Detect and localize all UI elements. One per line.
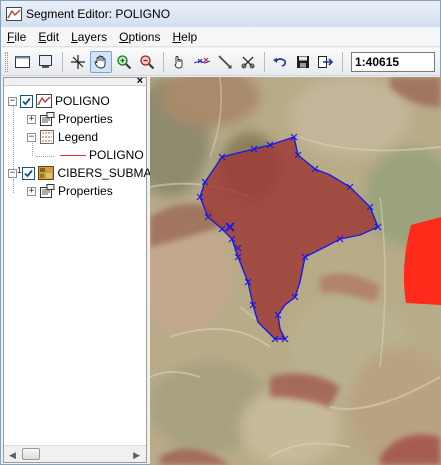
properties-row[interactable]: + Properties (27, 182, 113, 200)
collapse-toggle[interactable]: − (27, 132, 36, 142)
zoom-in-button[interactable] (113, 51, 135, 73)
toolbar-separator (163, 51, 164, 72)
draw-line-button[interactable] (214, 51, 236, 73)
properties-label: Properties (58, 112, 113, 126)
pan-button[interactable] (90, 50, 112, 73)
zoom-out-icon (140, 54, 155, 69)
layer-visibility-checkbox[interactable] (20, 94, 33, 108)
save-icon (297, 55, 309, 68)
check-icon (22, 97, 31, 105)
pan-hand-icon (94, 55, 106, 68)
expand-toggle[interactable]: + (27, 114, 36, 124)
collapse-toggle[interactable]: − (8, 168, 17, 178)
select-button[interactable] (67, 51, 89, 73)
layer-row-poligno[interactable]: − POLIGNO (8, 92, 110, 110)
layer-tree-panel: × − POLIGNO + Properties − Legend POLIGN… (3, 75, 151, 463)
toolbar-separator (342, 51, 343, 72)
layer-visibility-checkbox[interactable] (22, 166, 36, 180)
menu-bar: File Edit Layers Options Help (1, 27, 440, 47)
zoom-in-icon (117, 54, 132, 69)
app-icon (6, 7, 22, 21)
properties-row[interactable]: + Properties (27, 110, 113, 128)
legend-entry-label: POLIGNO (89, 148, 144, 162)
legend-icon (39, 129, 55, 145)
exit-icon (318, 55, 334, 68)
collapse-toggle[interactable]: − (8, 96, 17, 106)
new-view-icon (15, 55, 30, 68)
check-icon (24, 169, 34, 177)
identify-hand-icon (174, 55, 183, 68)
save-button[interactable] (292, 51, 314, 73)
legend-entry-row: POLIGNO (60, 146, 144, 164)
segment-editor-window: Segment Editor: POLIGNO File Edit Layers… (0, 0, 441, 465)
exit-button[interactable] (315, 51, 337, 73)
scroll-left-icon[interactable]: ◀ (9, 450, 16, 461)
new-view-button[interactable] (12, 51, 34, 73)
zoom-extent-button[interactable] (35, 51, 57, 73)
scroll-right-icon[interactable]: ▶ (133, 450, 140, 461)
satellite-image (150, 77, 441, 465)
menu-help[interactable]: Help (166, 30, 203, 44)
layer-order-marker: 1 (17, 165, 22, 175)
scrollbar-thumb[interactable] (22, 448, 40, 460)
identify-button[interactable] (168, 51, 190, 73)
add-vertex-icon (193, 57, 211, 64)
toolbar-separator (62, 51, 63, 72)
draw-line-icon (218, 54, 232, 69)
legend-row[interactable]: − Legend (27, 128, 98, 146)
layer-name: CIBERS_SUBMA (57, 166, 152, 180)
tree-connector (13, 105, 14, 169)
toolbar-grip[interactable] (5, 51, 8, 72)
horizontal-scrollbar[interactable]: ◀ ▶ (4, 445, 146, 462)
delete-vertex-icon (241, 56, 255, 68)
properties-label: Properties (58, 184, 113, 198)
tree-connector (36, 156, 54, 157)
menu-layers[interactable]: Layers (65, 30, 113, 44)
properties-icon (39, 183, 55, 199)
select-arrow-icon (71, 54, 85, 69)
undo-icon (273, 57, 286, 67)
zoom-out-button[interactable] (136, 51, 158, 73)
scale-input[interactable]: 1:40615 (351, 51, 435, 72)
map-canvas[interactable] (150, 77, 441, 465)
menu-edit[interactable]: Edit (32, 30, 65, 44)
legend-line-swatch (60, 154, 86, 156)
toolbar-separator (264, 51, 265, 72)
window-title: Segment Editor: POLIGNO (26, 7, 171, 21)
panel-close-icon[interactable]: × (137, 75, 143, 87)
undo-button[interactable] (269, 51, 291, 73)
vector-layer-icon (36, 93, 52, 109)
toolbar: 1:40615 (1, 48, 440, 76)
title-bar: Segment Editor: POLIGNO (1, 1, 440, 27)
delete-vertex-button[interactable] (237, 51, 259, 73)
add-vertex-button[interactable] (191, 51, 213, 73)
zoom-extent-icon (39, 54, 52, 68)
raster-layer-icon (38, 165, 55, 181)
layer-row-cibers[interactable]: − 1 CIBERS_SUBMA (8, 164, 151, 182)
legend-label: Legend (58, 130, 99, 144)
expand-toggle[interactable]: + (27, 186, 36, 196)
layer-panel-header: × (4, 75, 146, 87)
layer-name: POLIGNO (55, 94, 110, 108)
menu-file[interactable]: File (1, 30, 32, 44)
properties-icon (39, 111, 55, 127)
menu-options[interactable]: Options (113, 30, 166, 44)
